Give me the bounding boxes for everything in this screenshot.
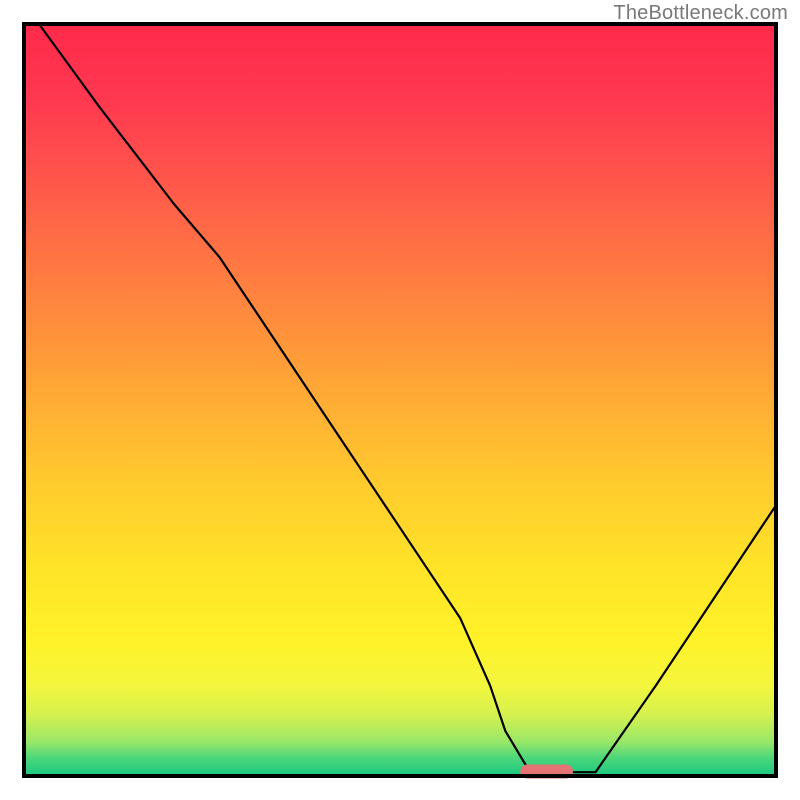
bottleneck-chart [0, 0, 800, 800]
chart-background [24, 24, 776, 776]
chart-svg [0, 0, 800, 800]
watermark-text: TheBottleneck.com [613, 2, 788, 25]
